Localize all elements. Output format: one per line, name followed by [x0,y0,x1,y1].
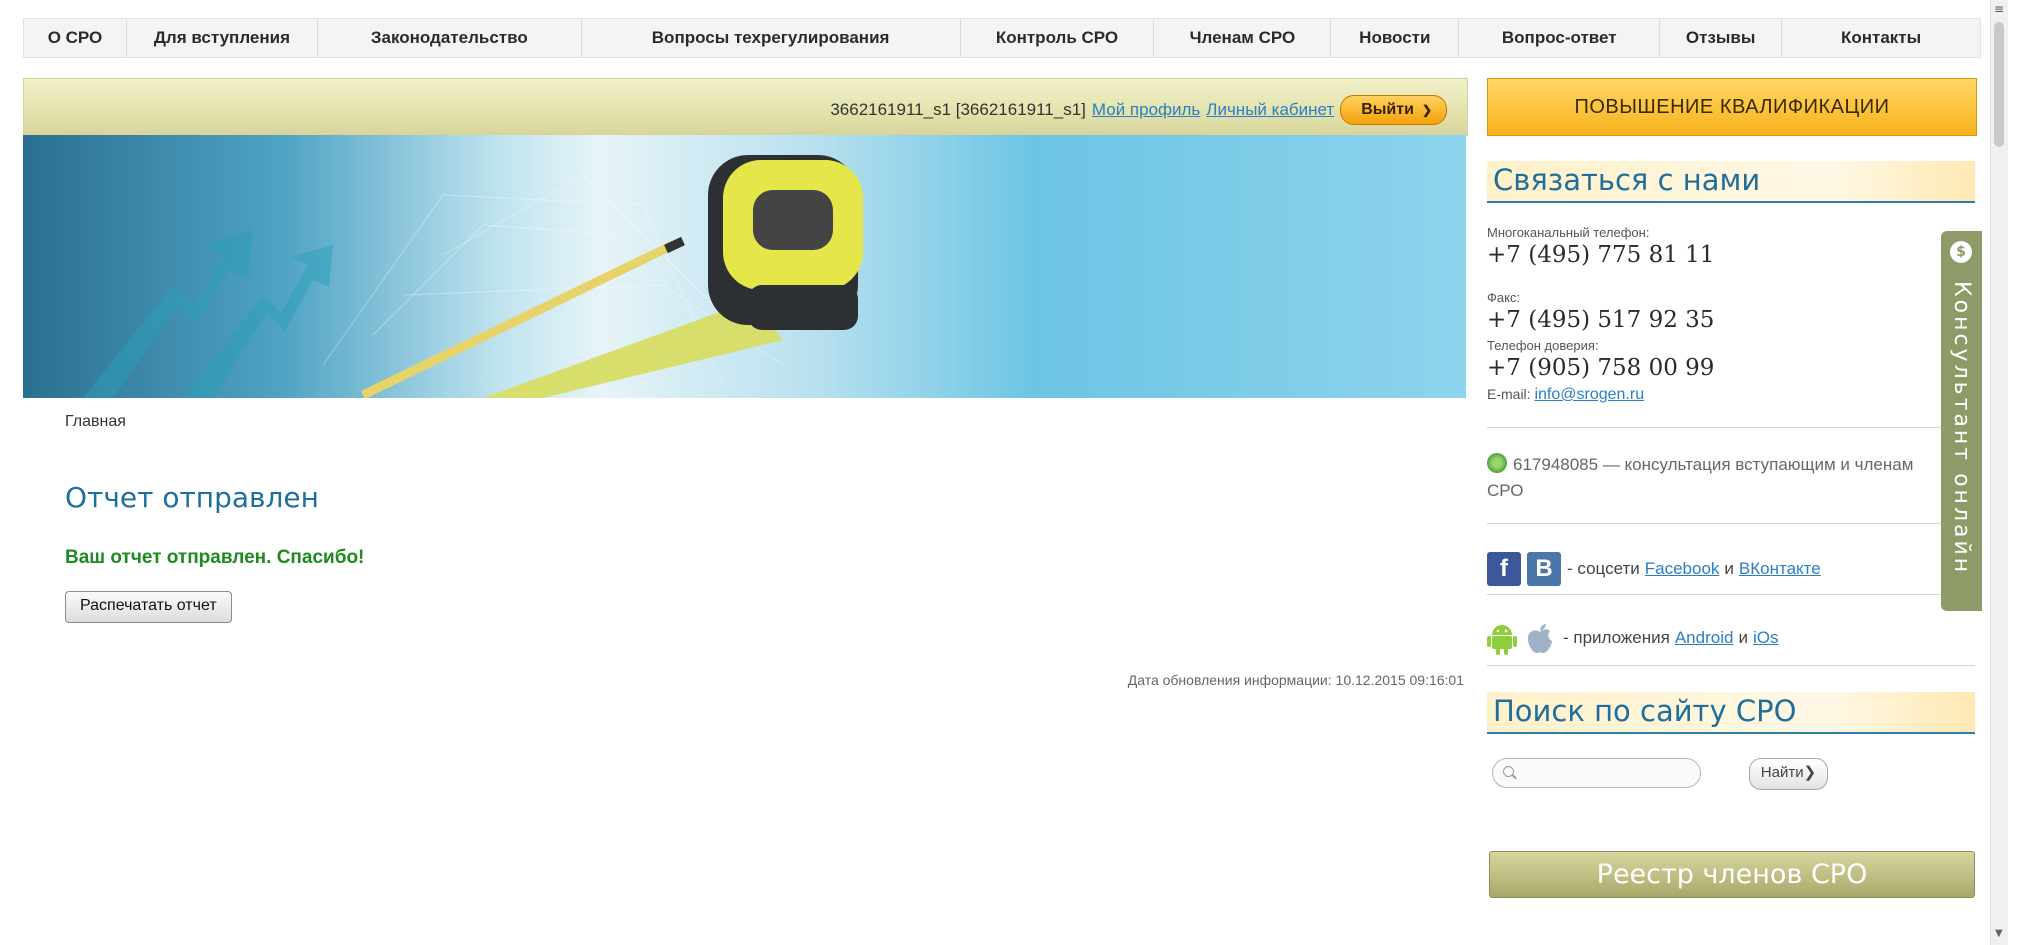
vkontakte-icon[interactable]: B [1527,552,1561,586]
menu-icon[interactable]: ≡ [1994,2,2004,16]
search-button[interactable]: Найти❯ [1749,758,1828,790]
apps-text: - приложения [1563,628,1670,647]
divider [1487,665,1975,666]
header-banner [23,135,1466,398]
trust-phone-label: Телефон доверия: [1487,338,1599,353]
social-text: - соцсети [1567,559,1640,578]
breadcrumb[interactable]: Главная [65,413,126,431]
nav-item-contacts[interactable]: Контакты [1782,19,1980,57]
consultant-online-tab[interactable]: $ Консультант онлайн [1941,231,1982,611]
logout-label: Выйти [1361,101,1414,118]
vkontakte-link[interactable]: ВКонтакте [1739,559,1821,579]
print-report-button[interactable]: Распечатать отчет [65,591,232,623]
nav-item-news[interactable]: Новости [1331,19,1460,57]
ios-link[interactable]: iOs [1753,628,1779,648]
search-heading-text: Поиск по сайту СРО [1493,694,1797,728]
phone-number: +7 (495) 775 81 11 [1487,242,1715,268]
email-link[interactable]: info@srogen.ru [1534,386,1644,403]
user-bar: 3662161911_s1 [3662161911_s1] Мой профил… [23,78,1468,136]
scrollbar[interactable]: ≡ ▼ [1990,0,2008,945]
update-date: Дата обновления информации: 10.12.2015 0… [1127,672,1464,688]
chevron-right-icon: ❯ [1421,103,1432,117]
qualification-button[interactable]: ПОВЫШЕНИЕ КВАЛИФИКАЦИИ [1487,78,1977,136]
search-icon [1503,766,1514,777]
apple-icon[interactable] [1525,621,1555,655]
nav-item-qa[interactable]: Вопрос-ответ [1459,19,1661,57]
email-line: E-mail: info@srogen.ru [1487,386,1644,404]
nav-item-legislation[interactable]: Законодательство [318,19,582,57]
nav-item-tech-regulation[interactable]: Вопросы техрегулирования [582,19,961,57]
android-icon[interactable] [1487,621,1517,655]
divider [1487,427,1975,428]
chat-icon: $ [1950,241,1972,263]
facebook-icon[interactable]: f [1487,552,1521,586]
divider [1487,523,1975,524]
cabinet-link[interactable]: Личный кабинет [1206,100,1334,120]
trust-phone-number: +7 (905) 758 00 99 [1487,355,1715,381]
search-input[interactable] [1492,758,1701,788]
scroll-down-arrow-icon[interactable]: ▼ [1995,928,2003,939]
icq-flower-icon [1487,453,1507,473]
divider [1487,594,1975,595]
app-links: - приложения Android и iOs [1487,620,1783,656]
scroll-thumb[interactable] [1994,22,2004,147]
user-line: 3662161911_s1 [3662161911_s1] Мой профил… [830,95,1447,125]
consultant-label: Консультант онлайн [1949,281,1974,576]
chevron-right-icon: ❯ [1803,764,1817,781]
logout-button[interactable]: Выйти ❯ [1340,95,1447,125]
page-title: Отчет отправлен [65,481,319,514]
nav-item-control[interactable]: Контроль СРО [961,19,1155,57]
email-label: E-mail: [1487,386,1531,402]
social-and: и [1724,559,1734,578]
phone-label: Многоканальный телефон: [1487,225,1650,240]
contact-heading: Связаться с нами [1487,161,1975,203]
apps-and: и [1738,628,1748,647]
username: 3662161911_s1 [3662161911_s1] [830,100,1086,119]
nav-item-members[interactable]: Членам СРО [1154,19,1332,57]
social-links: f B - соцсети Facebook и ВКонтакте [1487,551,1826,587]
fax-number: +7 (495) 517 92 35 [1487,307,1715,333]
contact-heading-text: Связаться с нами [1493,163,1761,197]
facebook-link[interactable]: Facebook [1645,559,1720,579]
fax-label: Факс: [1487,290,1521,305]
search-heading: Поиск по сайту СРО [1487,692,1975,734]
nav-item-about[interactable]: О СРО [24,19,127,57]
profile-link[interactable]: Мой профиль [1092,100,1200,120]
nav-item-join[interactable]: Для вступления [127,19,318,57]
android-link[interactable]: Android [1675,628,1734,648]
success-message: Ваш отчет отправлен. Спасибо! [65,547,365,568]
registry-button[interactable]: Реестр членов СРО [1489,851,1975,898]
nav-item-reviews[interactable]: Отзывы [1660,19,1783,57]
icq-text: 617948085 — консультация вступающим и чл… [1487,455,1914,500]
icq-contact: 617948085 — консультация вступающим и чл… [1487,452,1942,504]
search-button-label: Найти [1760,764,1804,781]
top-navigation: О СРО Для вступления Законодательство Во… [23,18,1981,58]
banner-illustration [83,155,863,398]
